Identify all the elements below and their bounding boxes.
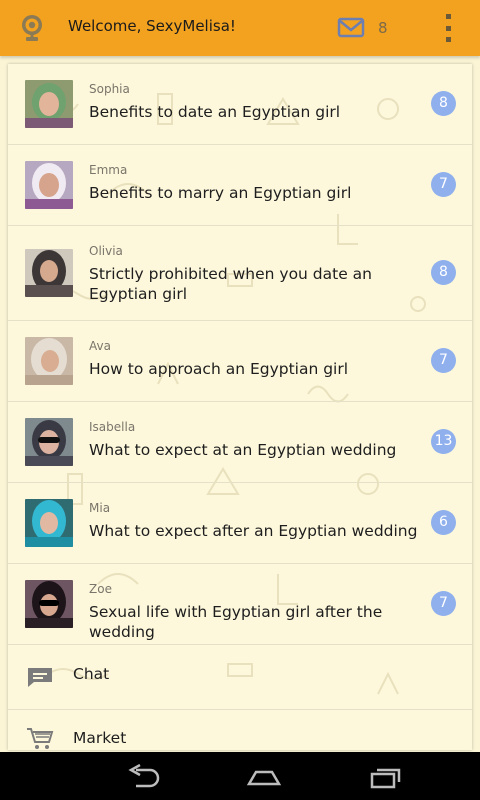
- reply-count-badge: 8: [431, 260, 456, 285]
- reply-count-badge: 6: [431, 510, 456, 535]
- author-name: Ava: [89, 339, 111, 353]
- chat-icon: [28, 668, 52, 687]
- nav-chat-label: Chat: [73, 665, 110, 683]
- avatar: [25, 249, 73, 297]
- reply-count-badge: 7: [431, 591, 456, 616]
- reply-count-badge: 8: [431, 91, 456, 116]
- topic-title[interactable]: How to approach an Egyptian girl: [89, 359, 425, 379]
- nav-chat[interactable]: Chat: [8, 645, 472, 710]
- nav-market[interactable]: Market: [8, 710, 472, 750]
- author-name: Emma: [89, 163, 128, 177]
- topic-row[interactable]: Isabella What to expect at an Egyptian w…: [8, 402, 472, 483]
- topic-row[interactable]: Sophia Benefits to date an Egyptian girl…: [8, 64, 472, 145]
- topic-row[interactable]: Zoe Sexual life with Egyptian girl after…: [8, 564, 472, 645]
- mail-count: 8: [378, 19, 388, 37]
- topic-row[interactable]: Mia What to expect after an Egyptian wed…: [8, 483, 472, 564]
- reply-count-badge: 13: [431, 429, 456, 454]
- back-icon[interactable]: [126, 764, 162, 790]
- author-name: Mia: [89, 501, 111, 515]
- topic-title[interactable]: Sexual life with Egyptian girl after the…: [89, 602, 425, 642]
- topic-row[interactable]: Emma Benefits to marry an Egyptian girl …: [8, 145, 472, 226]
- nav-market-label: Market: [73, 729, 127, 747]
- avatar: [25, 580, 73, 628]
- topic-title[interactable]: What to expect after an Egyptian wedding: [89, 521, 425, 541]
- topic-title[interactable]: What to expect at an Egyptian wedding: [89, 440, 425, 460]
- app-bar: Welcome, SexyMelisa! 8: [0, 0, 480, 56]
- topic-title[interactable]: Benefits to marry an Egyptian girl: [89, 183, 425, 203]
- home-icon[interactable]: [246, 764, 282, 790]
- topic-row[interactable]: Ava How to approach an Egyptian girl 7: [8, 321, 472, 402]
- shopping-cart-icon: [27, 728, 54, 749]
- topics-panel: Sophia Benefits to date an Egyptian girl…: [8, 64, 472, 750]
- avatar: [25, 418, 73, 466]
- avatar: [25, 337, 73, 385]
- topic-row[interactable]: Olivia Strictly prohibited when you date…: [8, 226, 472, 321]
- avatar: [25, 80, 73, 128]
- topic-title[interactable]: Strictly prohibited when you date an Egy…: [89, 264, 425, 304]
- welcome-title: Welcome, SexyMelisa!: [68, 17, 236, 35]
- author-name: Isabella: [89, 420, 136, 434]
- overflow-menu-icon[interactable]: [442, 14, 454, 42]
- avatar: [25, 161, 73, 209]
- author-name: Sophia: [89, 82, 130, 96]
- reply-count-badge: 7: [431, 348, 456, 373]
- reply-count-badge: 7: [431, 172, 456, 197]
- avatar: [25, 499, 73, 547]
- topic-title[interactable]: Benefits to date an Egyptian girl: [89, 102, 425, 122]
- recent-apps-icon[interactable]: [367, 764, 403, 790]
- author-name: Olivia: [89, 244, 123, 258]
- envelope-icon[interactable]: [337, 16, 365, 40]
- system-nav-bar: [0, 752, 480, 800]
- author-name: Zoe: [89, 582, 112, 596]
- webcam-icon[interactable]: [17, 13, 47, 43]
